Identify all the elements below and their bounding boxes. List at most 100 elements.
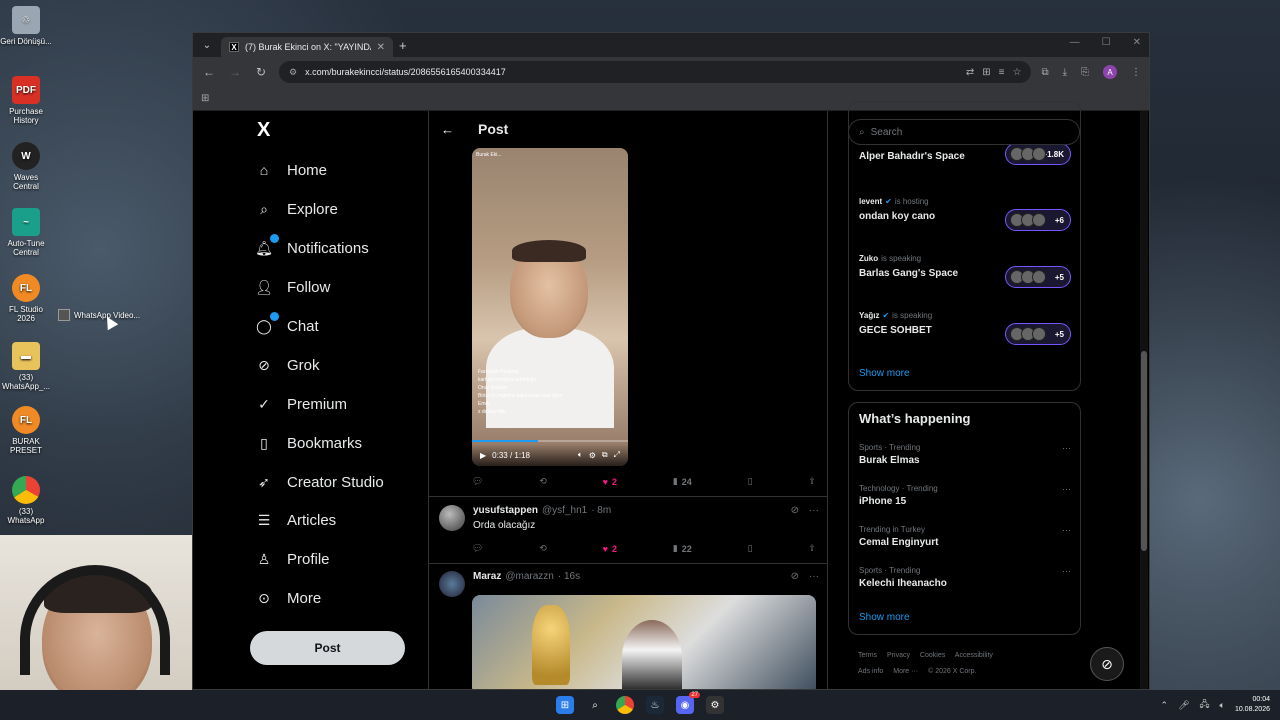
chrome-icon[interactable] <box>616 696 634 714</box>
volume-icon[interactable]: 🔈︎ <box>578 450 583 460</box>
desktop-icon-waves-central[interactable]: W Waves Central <box>0 142 52 191</box>
video-player[interactable]: Burak Eki... Farısplah Postinej kart gör… <box>472 148 628 466</box>
volume-tray-icon[interactable]: 🔈︎ <box>1220 700 1225 711</box>
show-more-link[interactable]: Show more <box>859 612 910 623</box>
reply-author-name[interactable]: yusufstappen <box>473 505 538 516</box>
nav-item-follow[interactable]: 👤︎ Follow <box>255 278 330 296</box>
grok-explain-icon[interactable]: ⊘ <box>791 571 799 582</box>
video-progress-bar[interactable] <box>472 440 628 442</box>
steam-icon[interactable]: ♨ <box>646 696 664 714</box>
trend-item[interactable]: Sports · Trending Kelechi Iheanacho ··· <box>859 566 1071 589</box>
back-icon[interactable]: ← <box>201 65 217 79</box>
tab-close-icon[interactable]: ✕ <box>377 42 385 53</box>
grok-explain-icon[interactable]: ⊘ <box>791 505 799 516</box>
desktop-icon-auto-tune[interactable]: ~ Auto-Tune Central <box>0 208 52 257</box>
trend-item[interactable]: Technology · Trending iPhone 15 ··· <box>859 484 1071 507</box>
reply-icon[interactable]: 💬︎ <box>472 476 483 487</box>
reading-mode-icon[interactable]: ≡ <box>999 67 1005 78</box>
more-options-icon[interactable]: ··· <box>1062 443 1071 453</box>
extensions-icon[interactable]: ⧉ <box>1041 67 1048 78</box>
like-button[interactable]: ♥ 2 <box>603 477 617 487</box>
back-arrow-icon[interactable]: ← <box>441 122 454 137</box>
desktop-icon-recycle-bin[interactable]: ♲ Geri Dönüşü... <box>0 6 52 46</box>
windows-start-icon[interactable]: ⊞ <box>556 696 574 714</box>
nav-item-articles[interactable]: ☰ Articles <box>255 511 336 529</box>
play-icon[interactable]: ▶ <box>480 451 486 460</box>
views-button[interactable]: ▮ 22 <box>673 543 692 554</box>
repost-icon[interactable]: ⟲ <box>539 543 547 554</box>
tab-search-icon[interactable]: ⌄ <box>199 37 215 53</box>
fullscreen-icon[interactable]: ⤢ <box>614 450 620 460</box>
nav-item-bookmarks[interactable]: ▯ Bookmarks <box>255 434 362 452</box>
desktop-file-whatsapp-video[interactable]: WhatsApp Video... <box>58 309 140 321</box>
more-options-icon[interactable]: ··· <box>809 571 819 582</box>
more-options-icon[interactable]: ··· <box>809 505 819 516</box>
post-button[interactable]: Post <box>250 631 405 665</box>
network-icon[interactable]: 🖧 <box>1200 697 1210 713</box>
desktop-icon-burak-preset[interactable]: FL BURAK PRESET <box>0 406 52 455</box>
more-options-icon[interactable]: ··· <box>1062 525 1071 535</box>
reply-author-name[interactable]: Maraz <box>473 571 501 582</box>
forward-icon[interactable]: → <box>227 65 243 79</box>
space-listeners[interactable]: +1.8K <box>1005 143 1071 165</box>
nav-item-more[interactable]: ⊙ More <box>255 589 321 607</box>
nav-item-notifications[interactable]: 🔔︎ Notifications <box>255 234 369 257</box>
minimize-icon[interactable]: — <box>1070 37 1080 48</box>
reply-icon[interactable]: 💬︎ <box>472 543 483 554</box>
views-button[interactable]: ▮ 24 <box>673 476 692 487</box>
nav-item-profile[interactable]: ♙ Profile <box>255 550 330 568</box>
maximize-icon[interactable]: ☐ <box>1102 37 1111 48</box>
avatar[interactable] <box>439 571 465 597</box>
taskbar-search-icon[interactable]: ⌕ <box>586 696 604 714</box>
repost-icon[interactable]: ⟲ <box>539 476 547 487</box>
grok-fab-icon[interactable]: ⊘ <box>1090 647 1124 681</box>
close-window-icon[interactable]: ✕ <box>1133 37 1141 48</box>
site-info-icon[interactable]: ⚙ <box>289 67 297 78</box>
search-input[interactable]: ⌕ Search <box>848 119 1080 145</box>
space-listeners[interactable]: +5 <box>1005 323 1071 345</box>
space-listeners[interactable]: +6 <box>1005 209 1071 231</box>
desktop-icon-whatsapp[interactable]: (33) WhatsApp <box>0 476 52 525</box>
reply-tweet[interactable]: yusufstappen @ysf_hn1 · 8m ⊘ ··· Orda ola… <box>439 505 819 531</box>
show-more-link[interactable]: Show more <box>859 368 910 379</box>
app-icon[interactable]: ⚙ <box>706 696 724 714</box>
space-listeners[interactable]: +5 <box>1005 266 1071 288</box>
desktop-icon-fl-studio[interactable]: FL FL Studio 2026 <box>0 274 52 323</box>
chrome-menu-icon[interactable]: ⋮ <box>1131 67 1141 78</box>
share-icon[interactable]: ⎘ <box>1081 67 1089 78</box>
space-item[interactable]: Alper Bahadır's Space +1.8K <box>859 143 1071 165</box>
clock[interactable]: 00:04 10.08.2026 <box>1235 695 1270 715</box>
bookmark-action-icon[interactable]: ▯ <box>748 476 753 487</box>
profile-avatar-icon[interactable]: A <box>1103 65 1117 79</box>
install-app-icon[interactable]: ⊞ <box>982 67 990 78</box>
pip-icon[interactable]: ⧉ <box>602 450 608 460</box>
bookmark-action-icon[interactable]: ▯ <box>748 543 753 554</box>
new-tab-icon[interactable]: + <box>399 38 407 53</box>
discord-icon[interactable]: ◉ 27 <box>676 692 700 714</box>
x-logo-icon[interactable]: X <box>257 119 270 142</box>
more-options-icon[interactable]: ··· <box>1062 566 1071 576</box>
reply-photo[interactable] <box>472 595 816 689</box>
space-item[interactable]: levent ✔ is hosting ondan koy cano +6 <box>859 197 1071 231</box>
desktop-icon-whatsapp-folder[interactable]: ▬ (33) WhatsApp_... <box>0 342 52 391</box>
more-options-icon[interactable]: ··· <box>1062 484 1071 494</box>
like-button[interactable]: ♥ 2 <box>603 544 617 554</box>
trend-item[interactable]: Sports · Trending Burak Elmas ··· <box>859 443 1071 466</box>
apps-grid-icon[interactable]: ⊞ <box>201 93 209 104</box>
space-item[interactable]: Yağız ✔ is speaking GECE SOHBET +5 <box>859 311 1071 345</box>
desktop-icon-purchase-history[interactable]: PDF Purchase History <box>0 76 52 125</box>
chevron-up-icon[interactable]: ⌃ <box>1161 700 1169 711</box>
bookmark-star-icon[interactable]: ☆ <box>1012 67 1021 78</box>
nav-item-premium[interactable]: ✓ Premium <box>255 395 347 413</box>
address-bar[interactable]: ⚙ x.com/burakekincci/status/208655616540… <box>279 61 1032 83</box>
nav-item-creator-studio[interactable]: ➶ Creator Studio <box>255 473 384 491</box>
microphone-icon[interactable]: 🎤︎ <box>1178 700 1189 711</box>
page-scrollbar[interactable] <box>1140 111 1148 689</box>
nav-item-explore[interactable]: ⌕ Explore <box>255 200 338 218</box>
avatar[interactable] <box>439 505 465 531</box>
nav-item-grok[interactable]: ⊘ Grok <box>255 356 319 374</box>
browser-tab[interactable]: X (7) Burak Ekinci on X: "YAYINDA ✕ <box>221 37 393 57</box>
space-item[interactable]: Zuko is speaking Barlas Gang's Space +5 <box>859 254 1071 288</box>
nav-item-chat[interactable]: ◯ Chat <box>255 312 319 335</box>
share-action-icon[interactable]: ⇪ <box>808 543 816 554</box>
